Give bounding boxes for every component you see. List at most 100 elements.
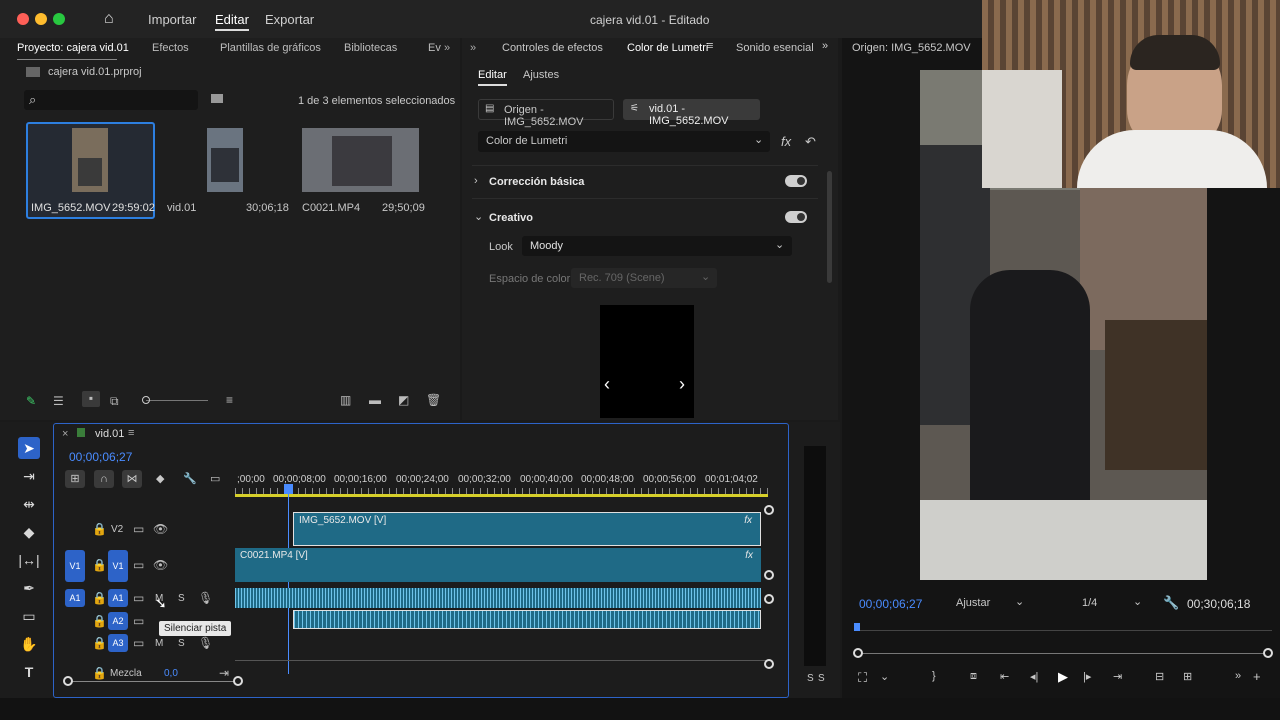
menu-editar[interactable]: Editar [215, 12, 249, 31]
vertical-scroll-handle[interactable] [764, 505, 774, 515]
add-button-icon[interactable]: + [1253, 669, 1261, 684]
add-marker-icon[interactable]: ◆ [156, 472, 164, 485]
subtab-editar[interactable]: Editar [478, 69, 507, 86]
lock-icon[interactable]: 🔒 [92, 666, 107, 680]
eye-icon[interactable]: 👁 [153, 522, 168, 536]
source-playhead[interactable] [854, 623, 860, 631]
freeform-view-icon[interactable]: ⧉ [110, 394, 119, 409]
wrench-icon[interactable]: 🔧 [183, 472, 197, 485]
tab-proyecto[interactable]: Proyecto: cajera vid.01 [17, 42, 129, 54]
tab-color-lumetri[interactable]: Color de Lumetri [627, 42, 708, 54]
playhead-handle[interactable] [284, 484, 293, 494]
folder-icon[interactable]: ▬ [369, 393, 381, 407]
more-buttons-icon[interactable]: » [1235, 670, 1241, 682]
source-patch-a1[interactable]: A1 [65, 589, 85, 607]
source-clip-button[interactable]: Origen - IMG_5652.MOV [478, 99, 614, 128]
panel-menu-icon[interactable]: ≡ [707, 40, 713, 52]
lock-icon[interactable]: 🔒 [92, 591, 107, 605]
overwrite-icon[interactable]: ⊞ [1183, 670, 1192, 683]
source-timecode[interactable]: 00;00;06;27 [859, 597, 922, 611]
sequence-tab[interactable]: vid.01 [95, 428, 124, 440]
more-tabs-icon[interactable]: » [822, 40, 828, 52]
track-label-v2[interactable]: V2 [111, 524, 123, 535]
go-to-end-icon[interactable]: ⇥ [219, 666, 229, 680]
source-zoom-bar[interactable] [858, 653, 1268, 654]
home-icon[interactable]: ⌂ [104, 10, 114, 28]
sequence-clip-button[interactable]: vid.01 - IMG_5652.MOV [623, 99, 760, 127]
search-input[interactable] [24, 90, 198, 110]
menu-importar[interactable]: Importar [148, 12, 196, 27]
minimize-window-button[interactable] [35, 13, 47, 25]
look-dropdown[interactable]: Moody [522, 236, 792, 256]
linked-selection-icon[interactable]: ⋈ [122, 470, 142, 488]
nest-icon[interactable]: ⊞ [65, 470, 85, 488]
zoom-handle-right[interactable] [233, 676, 243, 686]
track-select-tool-icon[interactable]: ⇥ [18, 465, 40, 487]
maximize-window-button[interactable] [53, 13, 65, 25]
snap-icon[interactable]: ∩ [94, 470, 114, 488]
sync-lock-icon[interactable]: ▭ [133, 636, 144, 650]
list-view-icon[interactable]: ☰ [53, 394, 64, 408]
fx-icon[interactable]: fx [781, 134, 791, 149]
track-target-a3[interactable]: A3 [108, 634, 128, 652]
chevron-down-icon[interactable]: ⌄ [474, 210, 483, 223]
add-marker-icon[interactable]: ⛶ [858, 670, 867, 686]
lock-icon[interactable]: 🔒 [92, 558, 107, 572]
zoom-handle-right[interactable] [1263, 648, 1273, 658]
close-sequence-icon[interactable]: × [62, 428, 68, 440]
tab-plantillas[interactable]: Plantillas de gráficos [220, 42, 321, 54]
captions-icon[interactable]: ▭ [210, 472, 220, 485]
step-forward-icon[interactable]: |▸ [1083, 670, 1091, 683]
pen-tool-icon[interactable]: ✒ [18, 577, 40, 599]
thumbnail-image[interactable] [207, 128, 243, 192]
more-tabs-left-icon[interactable]: » [470, 42, 476, 54]
play-icon[interactable]: ▶ [1058, 669, 1068, 685]
timeline-timecode[interactable]: 00;00;06;27 [69, 450, 132, 464]
vertical-scroll-handle[interactable] [764, 594, 774, 604]
chevron-down-icon[interactable]: ⌄ [880, 670, 889, 683]
zoom-slider-handle[interactable] [142, 396, 150, 404]
subtab-ajustes[interactable]: Ajustes [523, 69, 559, 81]
sync-lock-icon[interactable]: ▭ [133, 522, 144, 536]
track-target-a1[interactable]: A1 [108, 589, 128, 607]
lock-icon[interactable]: 🔒 [92, 522, 107, 536]
solo-a3-button[interactable]: S [178, 638, 185, 649]
meter-solo-right[interactable]: S [818, 673, 825, 684]
wrench-icon[interactable]: 🔧 [1163, 595, 1179, 611]
hand-tool-icon[interactable]: ✋ [18, 633, 40, 655]
new-item-icon[interactable]: ◩ [398, 393, 409, 407]
next-look-icon[interactable]: › [679, 374, 685, 395]
section-creativo[interactable]: Creativo [489, 212, 533, 224]
ripple-edit-tool-icon[interactable]: ⇹ [18, 493, 40, 515]
toggle-correccion-basica[interactable] [785, 175, 807, 187]
microphone-icon[interactable]: 🎙 [198, 636, 213, 650]
trash-icon[interactable]: 🗑 [426, 393, 441, 407]
eye-icon[interactable]: 👁 [153, 558, 168, 572]
microphone-icon[interactable]: 🎙 [198, 591, 213, 605]
toggle-creativo[interactable] [785, 211, 807, 223]
pencil-icon[interactable]: ✎ [26, 394, 36, 408]
tab-controles-efectos[interactable]: Controles de efectos [502, 42, 603, 54]
panel-menu-icon[interactable]: ≡ [128, 427, 134, 439]
tab-efectos[interactable]: Efectos [152, 42, 189, 54]
reset-icon[interactable]: ↶ [805, 134, 816, 150]
go-to-in-icon[interactable]: ⇤ [1000, 670, 1009, 683]
section-correccion-basica[interactable]: Corrección básica [489, 176, 584, 188]
rectangle-tool-icon[interactable]: ▭ [18, 605, 40, 627]
mute-a3-button[interactable]: M [155, 638, 163, 649]
insert-icon[interactable]: ⊟ [1155, 670, 1164, 683]
sync-lock-icon[interactable]: ▭ [133, 614, 144, 628]
zoom-slider[interactable] [146, 400, 208, 401]
clip-a2[interactable] [293, 610, 761, 629]
more-tabs-icon[interactable]: » [444, 42, 450, 54]
horizontal-zoom-bar[interactable] [68, 681, 238, 682]
selection-tool-icon[interactable]: ➤ [18, 437, 40, 459]
mix-value[interactable]: 0,0 [164, 668, 178, 679]
source-patch-v1[interactable]: V1 [65, 550, 85, 582]
effect-dropdown[interactable]: Color de Lumetri [478, 131, 770, 152]
automate-sequence-icon[interactable]: ▥ [340, 393, 351, 407]
clip-v2[interactable]: IMG_5652.MOV [V] fx [293, 512, 761, 546]
solo-a1-button[interactable]: S [178, 593, 185, 604]
tab-sonido-esencial[interactable]: Sonido esencial [736, 42, 814, 54]
type-tool-icon[interactable]: T [18, 661, 40, 683]
